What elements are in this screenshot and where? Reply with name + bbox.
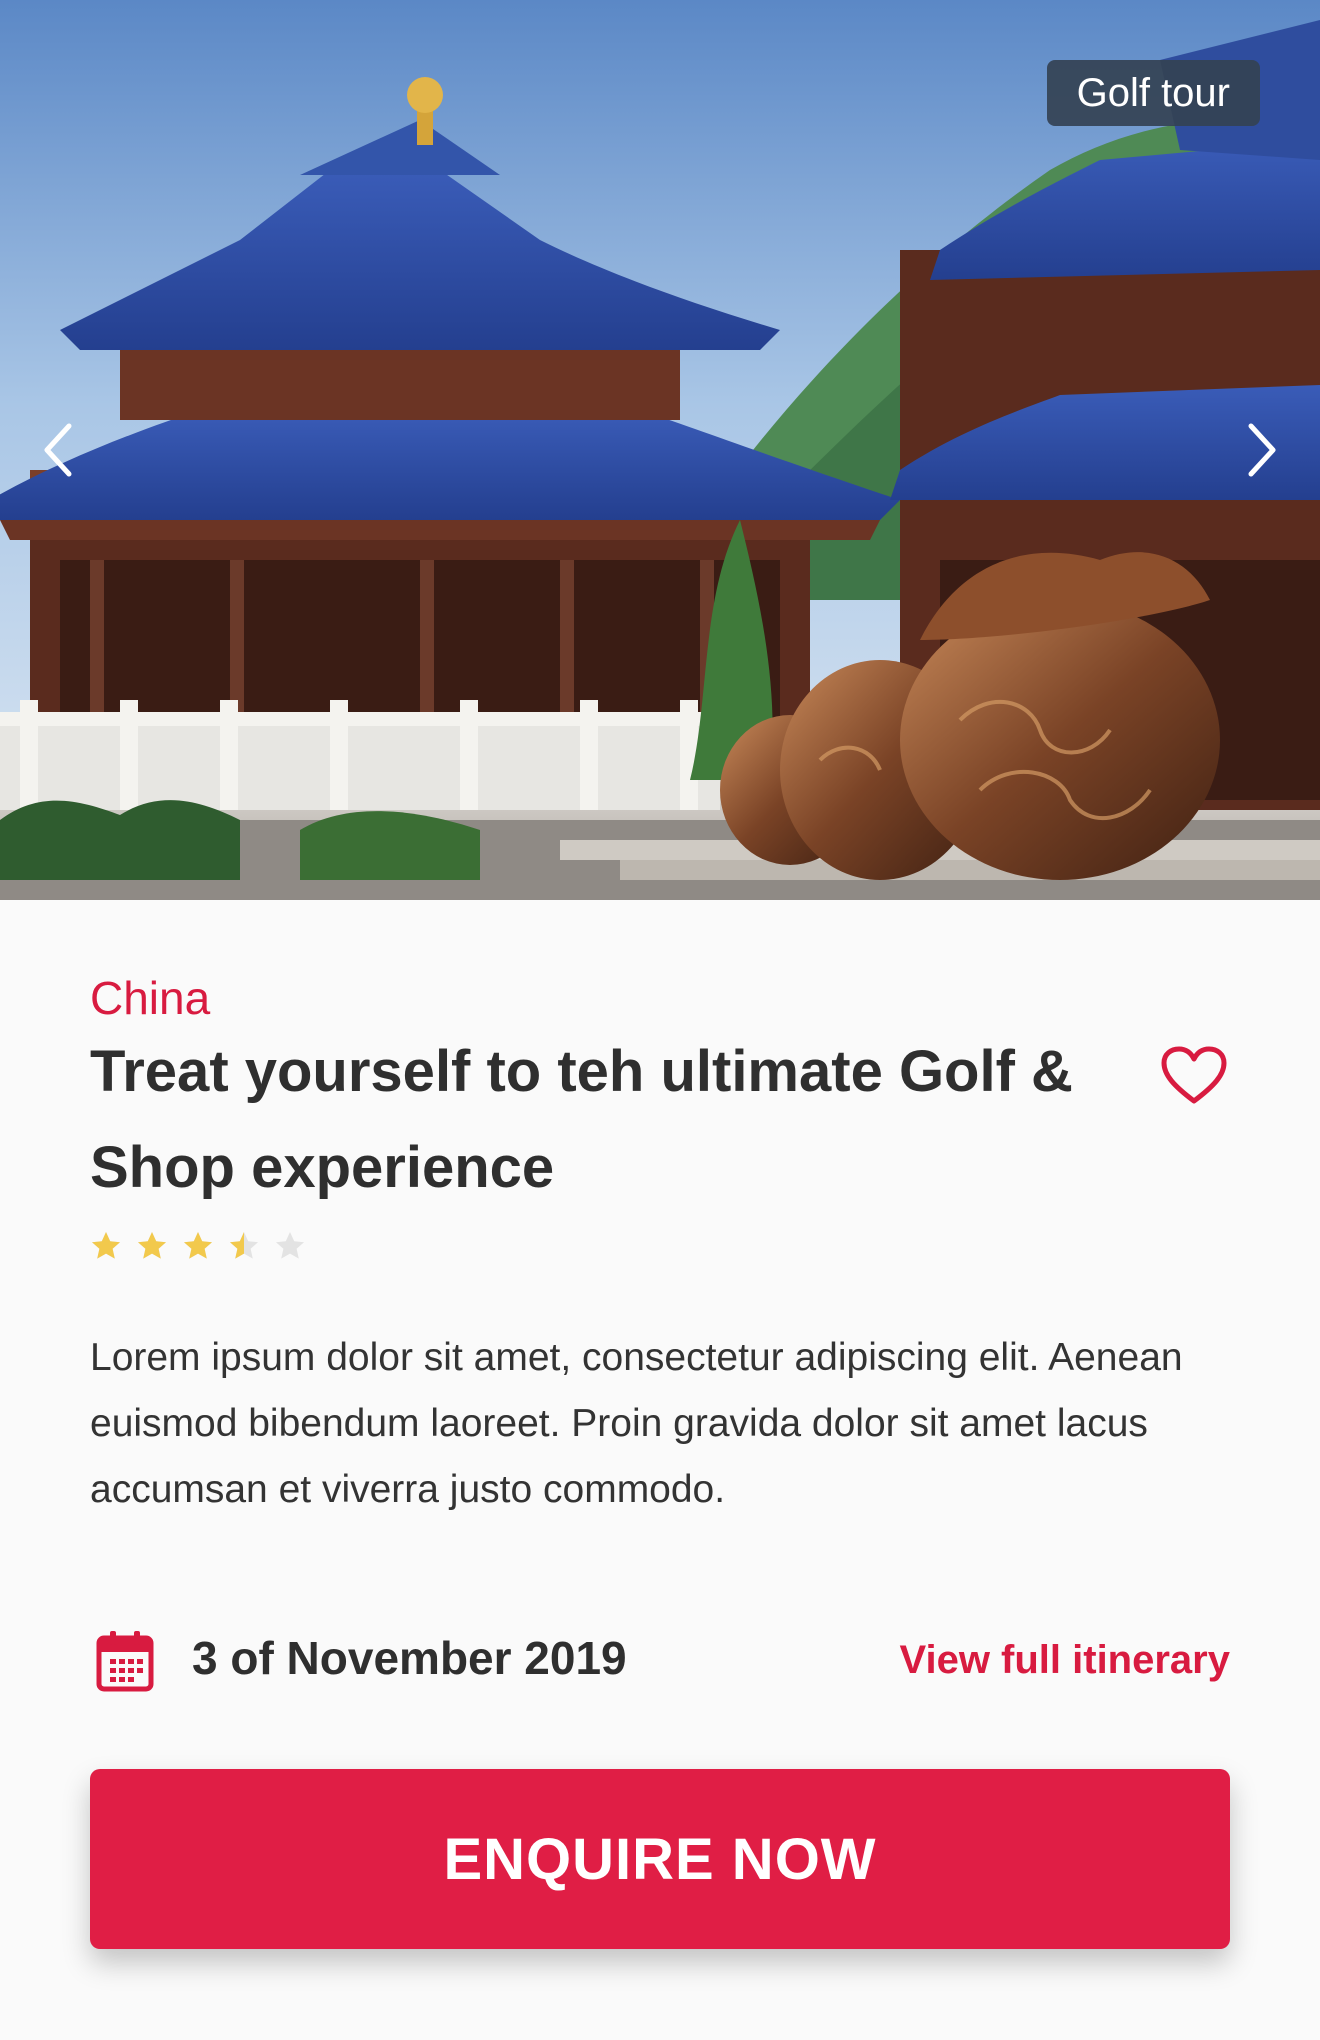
star-icon [138,1232,166,1259]
star-icon [230,1232,258,1259]
view-itinerary-link[interactable]: View full itinerary [900,1630,1231,1690]
favorite-button[interactable] [1158,1040,1230,1112]
calendar-icon [96,1631,154,1692]
date-row: 3 of November 2019 View full itinerary [90,1620,1230,1700]
temple-photo [0,0,1320,900]
tour-type-badge: Golf tour [1046,60,1260,126]
enquire-now-button[interactable]: ENQUIRE NOW [90,1769,1230,1949]
star-icon [92,1232,120,1259]
hero-image: Golf tour [0,0,1320,900]
tour-card: Golf tour China Treat yourself to teh ul… [0,0,1320,2040]
chevron-right-icon [1248,423,1276,477]
carousel-prev-button[interactable] [24,410,94,490]
star-icon [184,1232,212,1259]
tour-date: 3 of November 2019 [192,1632,627,1684]
heart-icon [1161,1046,1227,1104]
star-icon [276,1232,304,1259]
star-rating [90,1230,306,1262]
tour-description: Lorem ipsum dolor sit amet, consectetur … [90,1336,1183,1511]
tour-title: Treat yourself to teh ultimate Golf & Sh… [90,1039,1073,1200]
tour-country: China [90,972,211,1024]
carousel-next-button[interactable] [1226,410,1296,490]
chevron-left-icon [44,423,72,477]
